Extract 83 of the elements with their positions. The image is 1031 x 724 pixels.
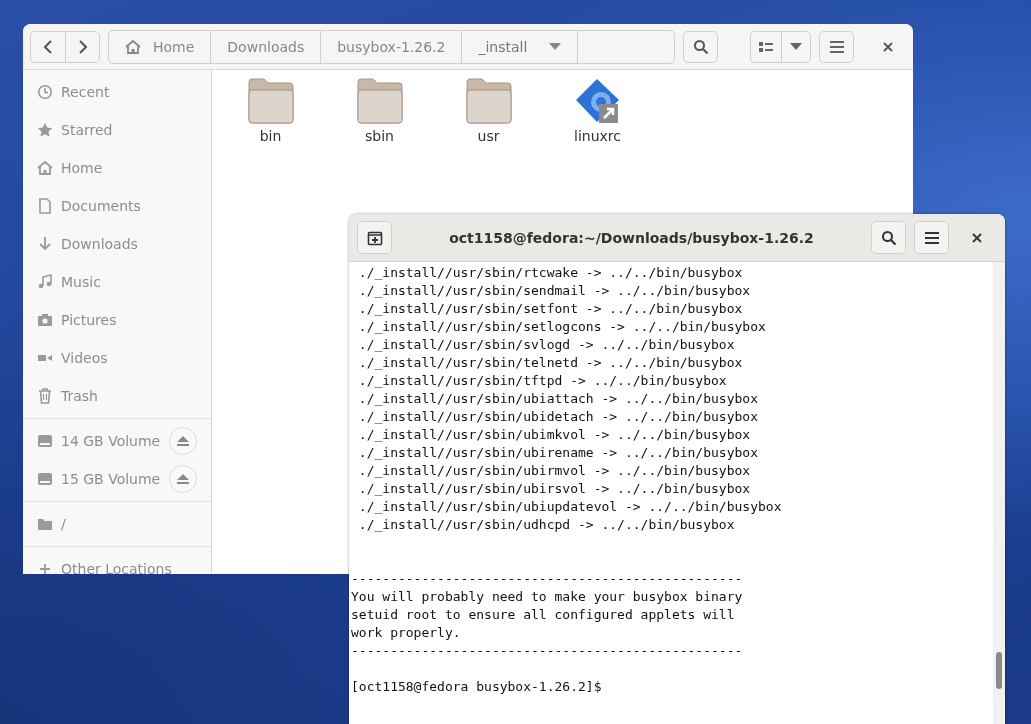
- sidebar-item[interactable]: /: [23, 505, 211, 543]
- download-icon: [37, 236, 53, 252]
- sidebar-item[interactable]: Downloads: [23, 225, 211, 263]
- terminal-line: You will probably need to make your busybox binary: [351, 588, 744, 606]
- sidebar-item[interactable]: Recent: [23, 73, 211, 111]
- sidebar-item[interactable]: Pictures: [23, 301, 211, 339]
- search-button[interactable]: [683, 30, 719, 63]
- caret-icon: [549, 43, 562, 50]
- sidebar-item[interactable]: Documents: [23, 187, 211, 225]
- file-name: usr: [477, 128, 500, 144]
- back-button[interactable]: [30, 30, 65, 63]
- search-button[interactable]: [871, 221, 906, 254]
- eject-icon: [177, 474, 189, 484]
- music-icon: [37, 274, 53, 290]
- terminal-line: ./_install//usr/sbin/setfont -> ../../bin/busybox: [357, 300, 744, 318]
- terminal-line: ./_install//usr/sbin/ubidetach -> ../../bin/busybox: [357, 408, 759, 426]
- sidebar-item[interactable]: Trash: [23, 377, 211, 415]
- close-icon: [883, 41, 893, 52]
- sidebar-item[interactable]: Starred: [23, 111, 211, 149]
- terminal-line: --------------------------------------------------: [351, 642, 744, 660]
- sidebar-item[interactable]: Music: [23, 263, 211, 301]
- file-name: sbin: [365, 128, 394, 144]
- executable-link-icon: [574, 78, 621, 124]
- back-icon: [44, 39, 52, 54]
- star-icon: [37, 122, 53, 138]
- terminal-line: ./_install//usr/sbin/ubirmvol -> ../../bin/busybox: [357, 462, 752, 480]
- terminal-line: ./_install//usr/sbin/ubirename -> ../../bin/busybox: [357, 444, 759, 462]
- terminal-line: ./_install//usr/sbin/svlogd -> ../../bin/busybox: [357, 336, 736, 354]
- document-icon: [37, 198, 53, 214]
- terminal-line: ./_install//usr/sbin/ubiattach -> ../../bin/busybox: [357, 390, 759, 408]
- terminal-line: ./_install//usr/sbin/ubimkvol -> ../../bin/busybox: [357, 426, 752, 444]
- search-icon: [692, 38, 709, 55]
- caret-icon: [790, 43, 802, 50]
- forward-icon: [78, 39, 87, 54]
- sidebar-item[interactable]: 14 GB Volume: [23, 422, 211, 460]
- terminal-line: ./_install//usr/sbin/ubiupdatevol -> ../../bin/busybox: [357, 498, 783, 516]
- menu-icon: [829, 40, 844, 53]
- terminal-line: work properly.: [351, 624, 462, 642]
- new-tab-icon: [366, 229, 383, 246]
- clock-icon: [37, 84, 53, 100]
- trash-icon: [37, 388, 53, 404]
- sidebar-item[interactable]: 15 GB Volume: [23, 460, 211, 498]
- plus-icon: [37, 561, 53, 574]
- forward-button[interactable]: [65, 30, 100, 63]
- view-options-button[interactable]: [781, 30, 811, 63]
- path-button[interactable]: Home: [109, 30, 212, 63]
- drive-icon: [37, 433, 53, 449]
- terminal-line: ./_install//usr/sbin/udhcpd -> ../../bin/busybox: [357, 516, 736, 534]
- terminal-line: ./_install//usr/sbin/rtcwake -> ../../bin/busybox: [357, 264, 744, 282]
- folder-icon: [465, 78, 512, 124]
- window-title: oct1158@fedora:~/Downloads/busybox-1.26.2: [448, 229, 815, 246]
- new-tab-button[interactable]: [357, 221, 392, 254]
- folder-icon: [356, 78, 403, 124]
- folder-icon: [247, 78, 294, 124]
- menu-icon: [924, 231, 939, 244]
- menu-button[interactable]: [819, 30, 854, 63]
- terminal-line: --------------------------------------------------: [351, 570, 744, 588]
- sidebar-item[interactable]: Videos: [23, 339, 211, 377]
- search-icon: [880, 229, 897, 246]
- view-button[interactable]: [750, 30, 781, 63]
- eject-icon: [177, 436, 189, 446]
- drive-icon: [37, 471, 53, 487]
- camera-icon: [37, 312, 53, 328]
- sidebar-item[interactable]: Home: [23, 149, 211, 187]
- home-icon: [37, 160, 53, 176]
- menu-button[interactable]: [914, 221, 949, 254]
- close-icon: [972, 232, 982, 243]
- folder-icon: [37, 516, 53, 532]
- scrollbar-thumb[interactable]: [996, 652, 1002, 689]
- file-name: linuxrc: [574, 128, 621, 144]
- home-icon: [125, 39, 141, 54]
- file-name: bin: [259, 128, 282, 144]
- path-button[interactable]: Downloads: [211, 30, 322, 63]
- list-view-icon: [759, 40, 773, 53]
- scrollbar[interactable]: [993, 262, 1005, 724]
- terminal-line: [oct1158@fedora busybox-1.26.2]$: [351, 678, 603, 696]
- terminal-line: ./_install//usr/sbin/ubirsvol -> ../../bin/busybox: [357, 480, 752, 498]
- sidebar-item[interactable]: Other Locations: [23, 550, 211, 574]
- terminal-line: ./_install//usr/sbin/setlogcons -> ../../bin/busybox: [357, 318, 767, 336]
- terminal-line: setuid root to ensure all configured applets will: [351, 606, 736, 624]
- terminal-line: ./_install//usr/sbin/telnetd -> ../../bin/busybox: [357, 354, 744, 372]
- terminal-line: ./_install//usr/sbin/sendmail -> ../../bin/busybox: [357, 282, 752, 300]
- terminal-line: ./_install//usr/sbin/tftpd -> ../../bin/busybox: [357, 372, 728, 390]
